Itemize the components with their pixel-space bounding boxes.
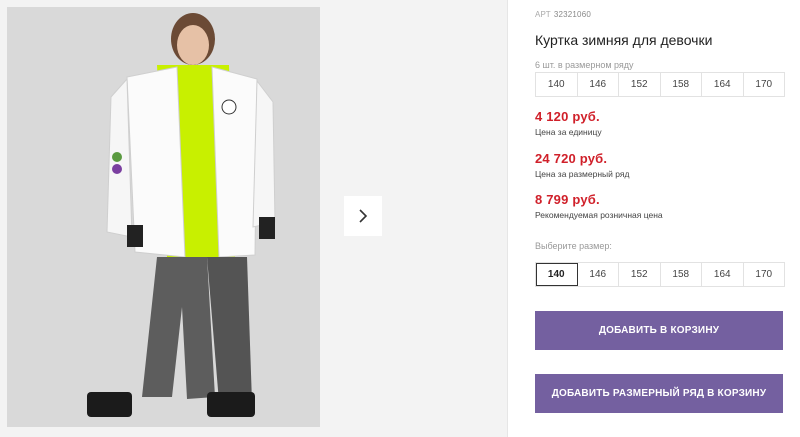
unit-price-label: Цена за единицу bbox=[535, 127, 602, 137]
unit-price: 4 120 руб. bbox=[535, 109, 600, 124]
size-row-cell: 152 bbox=[619, 73, 661, 96]
size-row-note: 6 шт. в размерном ряду bbox=[535, 60, 634, 70]
size-row-cell: 146 bbox=[578, 73, 619, 96]
sku-value: 32321060 bbox=[553, 10, 592, 19]
size-option[interactable]: 170 bbox=[744, 263, 785, 286]
size-row-cell: 170 bbox=[755, 79, 773, 90]
girl-in-jacket-illustration bbox=[7, 7, 320, 427]
size-option[interactable]: 152 bbox=[619, 263, 661, 286]
add-size-row-to-cart-button[interactable]: ДОБАВИТЬ РАЗМЕРНЫЙ РЯД В КОРЗИНУ bbox=[535, 374, 783, 413]
size-option[interactable]: 146 bbox=[578, 263, 619, 286]
retail-price: 8 799 руб. bbox=[535, 192, 600, 207]
size-row-cell: 164 bbox=[702, 73, 744, 96]
sku: АРТ 32321060 bbox=[535, 10, 591, 19]
add-to-cart-button[interactable]: ДОБАВИТЬ В КОРЗИНУ bbox=[535, 311, 783, 350]
size-option[interactable]: 164 bbox=[702, 263, 744, 286]
row-price-label: Цена за размерный ряд bbox=[535, 169, 630, 179]
next-image-button[interactable] bbox=[344, 196, 382, 236]
size-option[interactable]: 158 bbox=[661, 263, 702, 286]
retail-price-label: Рекомендуемая розничная цена bbox=[535, 210, 663, 220]
product-page: АРТ 32321060 Куртка зимняя для девочки 6 … bbox=[0, 0, 800, 437]
sku-label: АРТ bbox=[535, 10, 551, 19]
product-photo[interactable] bbox=[7, 7, 320, 427]
size-row-table: 140 146 152 158 164 170 bbox=[535, 72, 785, 97]
size-selector: 140 146 152 158 164 170 bbox=[535, 262, 785, 287]
size-select-label: Выберите размер: bbox=[535, 241, 612, 251]
size-option-selected[interactable]: 140 bbox=[536, 263, 578, 286]
divider bbox=[507, 0, 508, 437]
row-price: 24 720 руб. bbox=[535, 151, 608, 166]
size-row-cell: 158 bbox=[661, 73, 702, 96]
product-title: Куртка зимняя для девочки bbox=[535, 32, 713, 48]
chevron-right-icon bbox=[359, 209, 368, 223]
size-row-cell: 140 bbox=[536, 73, 578, 96]
image-gallery bbox=[0, 0, 508, 437]
